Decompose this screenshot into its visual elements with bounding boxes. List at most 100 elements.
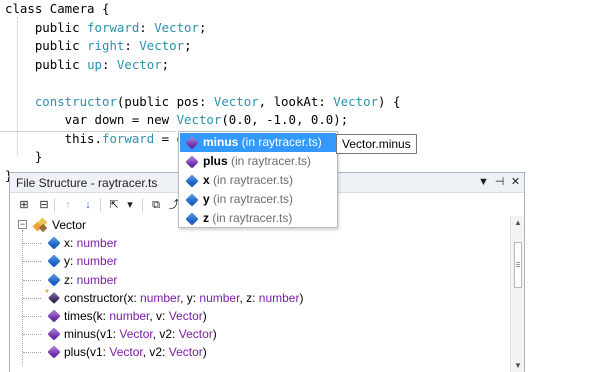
signature-type: Vector [178,327,213,342]
toolbar-separator [54,198,55,212]
code-token: ; [198,19,207,35]
code-token: public [5,56,88,72]
structure-tree[interactable]: − Vector x: number y: number z: number * con… [10,216,510,372]
code-token: , lookAt: [258,93,334,109]
method-icon [47,309,61,323]
completion-item-label: x (in raytracer.ts) [203,171,293,190]
member-signature: plus(v1: Vector, v2: Vector) [64,343,207,361]
signature-type: number [76,236,118,251]
code-line: public up: Vector; [5,56,169,74]
signature-text: , y: [180,290,200,305]
tree-branch-line [23,243,41,245]
completion-item-minus[interactable]: minus (in raytracer.ts) [180,133,336,152]
code-token: Vector [213,93,259,109]
tree-branch-line [23,297,41,299]
constructor-icon [48,291,60,304]
code-token: } [5,149,43,164]
signature-text: constructor(x: [64,290,141,305]
signature-text: , v2: [152,327,179,342]
code-token: forward [101,130,155,146]
close-icon[interactable]: ✕ [508,175,523,190]
scroll-thumb[interactable] [514,242,522,288]
signature-text: ) [299,290,304,305]
completion-item-plus[interactable]: plus (in raytracer.ts) [180,152,336,171]
code-token: right [87,38,125,53]
member-signature: times(k: number, v: Vector) [64,307,207,325]
toolbar-separator [100,198,101,212]
move-up-icon[interactable]: ↑ [60,197,76,213]
code-token: this. [5,130,102,146]
completion-item-z[interactable]: z (in raytracer.ts) [180,209,336,228]
signature-type: Vector [119,327,153,342]
code-token: forward [87,19,140,35]
completion-item-label: plus (in raytracer.ts) [203,152,311,171]
completion-location: (in raytracer.ts) [238,135,322,149]
signature-text: , v2: [142,345,169,360]
signature-type: number [109,309,150,323]
completion-item-label: z (in raytracer.ts) [203,209,292,228]
tree-branch-line [23,261,41,263]
tree-branch-line [23,316,41,317]
code-line: public forward: Vector; [5,19,207,37]
member-signature: y: number [64,252,117,270]
code-line: constructor(public pos: Vector, lookAt: … [5,93,401,111]
code-token: public [5,38,88,53]
code-token: : [124,38,140,53]
completion-list[interactable]: minus (in raytracer.ts) plus (in raytrace… [178,131,338,228]
completion-item-label: minus (in raytracer.ts) [203,133,322,152]
field-icon [185,212,199,226]
signature-text: times(k: [64,309,110,323]
pin-icon[interactable]: ⊣ [492,175,507,190]
signature-text: , z: [239,290,259,305]
signature-text: y: [64,254,77,269]
expand-all-icon[interactable]: ⊞ [16,197,32,213]
member-signature: x: number [64,234,117,252]
method-icon [47,345,61,360]
completion-item-label: y (in raytracer.ts) [203,190,293,209]
field-icon [185,193,199,207]
region-icon[interactable]: ⧉ [148,197,164,213]
collapse-toggle-icon[interactable]: − [18,220,27,229]
signature-type: Vector [168,345,203,360]
signature-text: x: [64,236,77,251]
vertical-scrollbar[interactable]: ▲ ▼ [510,216,524,372]
panel-dropdown-icon[interactable]: ▼ [476,175,491,190]
signature-type: number [199,290,240,305]
code-line: class Camera { [5,0,109,18]
code-token: up [87,56,102,72]
signature-text: ) [202,309,207,323]
completion-item-y[interactable]: y (in raytracer.ts) [180,190,336,209]
code-line: var down = new Vector(0.0, -1.0, 0.0); [5,111,349,129]
field-icon [47,236,61,250]
member-signature: constructor(x: number, y: number, z: num… [64,289,303,307]
scroll-up-icon[interactable]: ▲ [511,216,525,230]
code-token: class Camera { [5,1,110,16]
completion-location: (in raytracer.ts) [209,192,294,206]
export-icon[interactable]: ⇱ [106,197,122,213]
class-icon [32,217,48,233]
completion-location: (in raytracer.ts) [209,211,293,225]
code-token: (0.0, -1.0, 0.0); [221,112,349,127]
code-token: Vector [139,38,185,53]
completion-item-x[interactable]: x (in raytracer.ts) [180,171,336,190]
collapse-all-icon[interactable]: ⊟ [36,197,52,213]
completion-name: x [203,173,210,187]
scroll-down-icon[interactable]: ▼ [511,359,525,372]
method-icon [47,327,61,341]
export-dropdown-icon[interactable]: ▾ [122,197,138,213]
completion-location: (in raytracer.ts) [209,173,294,187]
signature-type: number [76,254,118,269]
completion-tooltip: Vector.minus [336,134,417,154]
field-icon [47,272,61,287]
code-token: constructor [34,93,117,109]
code-line: } [5,148,42,166]
tree-branch-line [23,352,41,354]
code-token: public [5,19,88,35]
signature-type: number [140,290,181,305]
toolbar-separator [142,198,143,212]
move-down-icon[interactable]: ↓ [80,197,96,213]
completion-location: (in raytracer.ts) [227,154,312,168]
completion-name: plus [203,154,228,168]
tree-branch-line [23,334,41,336]
